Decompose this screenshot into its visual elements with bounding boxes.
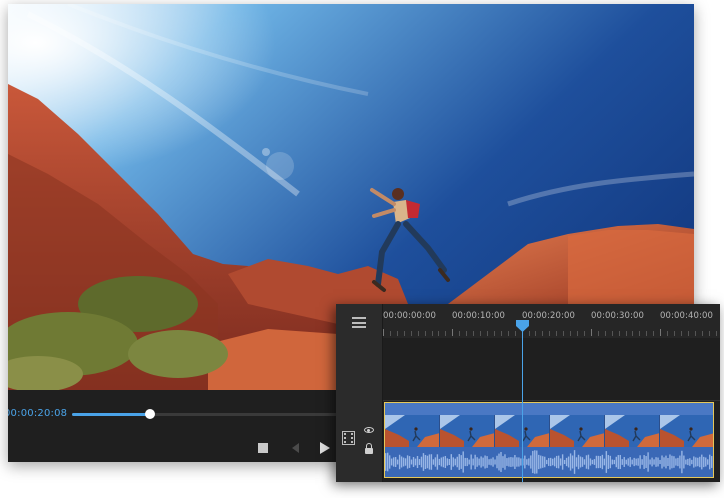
ruler-tick [383, 329, 384, 336]
ruler-tick [438, 331, 440, 336]
ruler-tick [507, 331, 509, 336]
ruler-tick [500, 331, 502, 336]
ruler-tick [604, 331, 606, 336]
ruler-tick [556, 331, 558, 336]
ruler-tick [639, 331, 641, 336]
ruler-tick [542, 331, 544, 336]
ruler-tick [694, 331, 696, 336]
ruler-tick [590, 329, 592, 336]
ruler-tick [660, 329, 662, 336]
ruler-tick [424, 331, 426, 336]
ruler-tick [583, 331, 585, 336]
time-ruler[interactable]: 00:00:00:00 00:00:10:00 00:00:20:00 00:0… [383, 304, 720, 338]
ruler-tick [417, 331, 419, 336]
previous-frame-button[interactable] [287, 440, 303, 456]
ruler-tick [452, 329, 454, 336]
clip-thumbnail [660, 415, 713, 447]
clip-thumbnail [605, 415, 660, 447]
ruler-tick [403, 331, 405, 336]
ruler-label: 00:00:30:00 [591, 311, 644, 321]
ruler-tick [473, 331, 475, 336]
ruler-label: 00:00:10:00 [452, 311, 505, 321]
current-time-readout: 00:00:20:08 [8, 408, 68, 419]
film-icon [342, 431, 355, 445]
clip-thumbnail [440, 415, 495, 447]
track-header-column [336, 304, 383, 482]
ruler-tick [486, 331, 488, 336]
ruler-tick [653, 331, 655, 336]
ruler-tick [701, 331, 703, 336]
ruler-tick [563, 331, 565, 336]
previous-frame-icon [291, 443, 299, 453]
ruler-label: 00:00:20:00 [522, 311, 575, 321]
ruler-label: 00:00:40:00 [660, 311, 713, 321]
ruler-tick [577, 331, 579, 336]
ruler-tick [396, 331, 398, 336]
ruler-tick [680, 331, 682, 336]
ruler-tick [466, 331, 468, 336]
lock-icon[interactable] [365, 443, 373, 454]
ruler-tick [570, 331, 572, 336]
ruler-tick [618, 331, 620, 336]
video-clip[interactable] [384, 402, 714, 478]
ruler-tick [715, 331, 717, 336]
stop-button[interactable] [255, 440, 271, 456]
ruler-tick [667, 331, 669, 336]
seek-handle[interactable] [145, 409, 156, 419]
play-icon [320, 442, 330, 454]
clip-thumbnails [385, 415, 713, 447]
playhead-line [522, 330, 523, 482]
ruler-tick [611, 331, 613, 336]
ruler-label: 00:00:00:00 [383, 311, 436, 321]
ruler-tick [646, 331, 648, 336]
ruler-tick [674, 331, 676, 336]
eye-icon[interactable] [364, 427, 374, 433]
ruler-tick [632, 331, 634, 336]
seek-bar[interactable] [72, 409, 362, 419]
ruler-tick [410, 331, 412, 336]
ruler-tick [535, 331, 537, 336]
ruler-tick [493, 331, 495, 336]
menu-icon[interactable] [352, 317, 366, 328]
ruler-tick [431, 331, 433, 336]
ruler-tick [597, 331, 599, 336]
clip-thumbnail [550, 415, 605, 447]
ruler-tick [445, 331, 447, 336]
ruler-tick [389, 331, 391, 336]
ruler-tick [708, 331, 710, 336]
seek-progress [72, 413, 151, 416]
playhead-marker[interactable] [516, 320, 529, 332]
clip-thumbnail [385, 415, 440, 447]
stop-icon [258, 443, 268, 453]
ruler-tick [480, 331, 482, 336]
ruler-tick [549, 331, 551, 336]
ruler-tick [625, 331, 627, 336]
ruler-tick [687, 331, 689, 336]
audio-waveform [385, 447, 713, 477]
track-divider [383, 400, 720, 401]
clip-header [385, 403, 713, 415]
ruler-tick [459, 331, 461, 336]
play-button[interactable] [317, 440, 333, 456]
